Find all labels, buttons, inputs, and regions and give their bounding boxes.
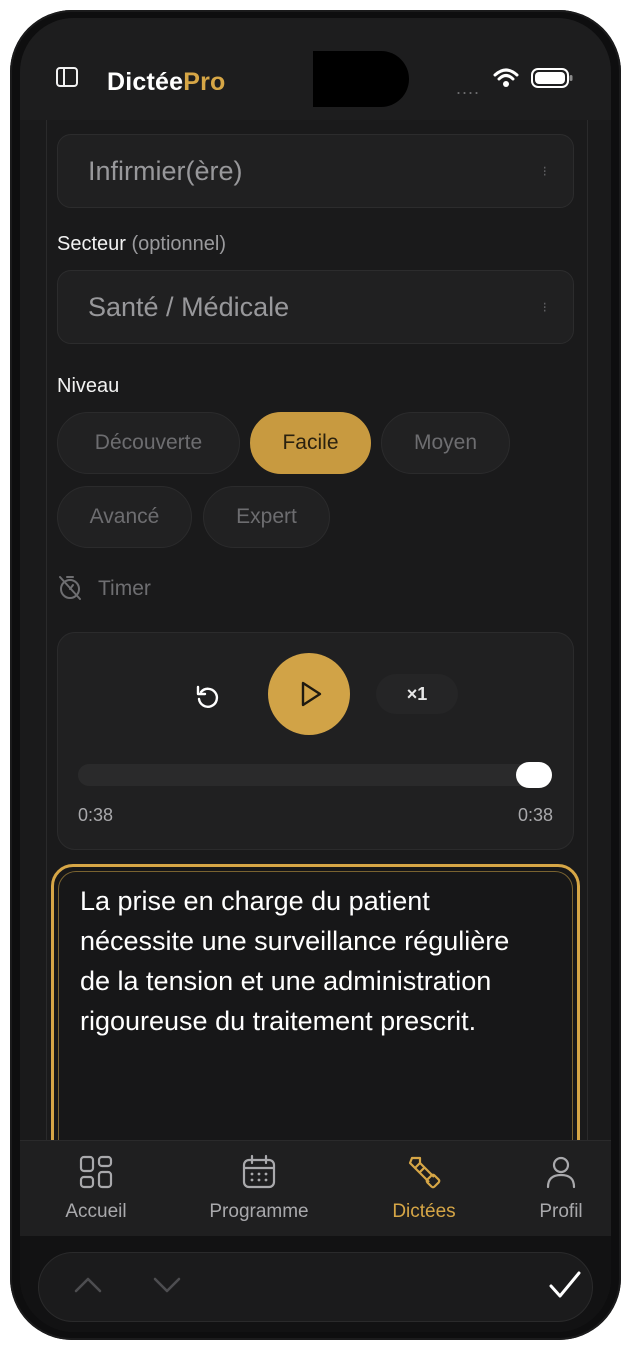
play-button[interactable] bbox=[268, 653, 350, 735]
chevron-up-icon[interactable] bbox=[72, 1273, 104, 1297]
profession-value: Infirmier(ère) bbox=[88, 156, 243, 186]
sector-label: Secteur (optionnel) bbox=[57, 233, 226, 256]
sector-value: Santé / Médicale bbox=[88, 292, 290, 322]
level-chip-expert[interactable]: Expert bbox=[203, 486, 330, 548]
chevron-updown-icon: ⁝ bbox=[542, 299, 547, 315]
tab-programme[interactable]: Programme bbox=[194, 1141, 324, 1237]
timer-label: Timer bbox=[98, 577, 151, 600]
level-chip-facile[interactable]: Facile bbox=[250, 412, 371, 474]
calendar-icon bbox=[242, 1154, 276, 1189]
cellular-signal-icon: .... bbox=[456, 78, 481, 98]
playback-speed-button[interactable]: ×1 bbox=[376, 674, 458, 714]
chevron-updown-icon: ⁝ bbox=[542, 163, 547, 179]
app-screen: DictéePro .... Infirmier(ère) ⁝ Secteur … bbox=[20, 18, 611, 1332]
tab-label-programme: Programme bbox=[209, 1201, 309, 1222]
bottom-tab-bar: Accueil Programme Dictées Profil bbox=[20, 1140, 611, 1236]
sector-label-text: Secteur bbox=[57, 233, 126, 255]
toolbar-pill bbox=[38, 1252, 593, 1322]
user-icon bbox=[546, 1156, 576, 1189]
camera-island bbox=[313, 51, 409, 107]
replay-icon[interactable] bbox=[194, 683, 222, 711]
battery-icon bbox=[531, 68, 573, 88]
tab-label-dictees: Dictées bbox=[392, 1201, 456, 1222]
progress-track[interactable] bbox=[78, 764, 552, 786]
dashboard-icon bbox=[79, 1155, 113, 1189]
keyboard-toolbar bbox=[20, 1236, 611, 1332]
sector-optional-hint: (optionnel) bbox=[131, 233, 227, 255]
sector-select[interactable]: Santé / Médicale ⁝ bbox=[57, 270, 574, 344]
progress-fill bbox=[78, 764, 552, 786]
tab-accueil[interactable]: Accueil bbox=[31, 1141, 161, 1237]
brand-name-part1: Dictée bbox=[107, 68, 184, 96]
tab-label-accueil: Accueil bbox=[65, 1201, 127, 1222]
timer-off-icon bbox=[59, 576, 81, 600]
time-elapsed: 0:38 bbox=[78, 805, 114, 825]
dictation-settings-panel[interactable]: Infirmier(ère) ⁝ Secteur (optionnel) San… bbox=[20, 120, 611, 1140]
wifi-icon bbox=[493, 68, 519, 87]
profession-select[interactable]: Infirmier(ère) ⁝ bbox=[57, 134, 574, 208]
chevron-down-icon[interactable] bbox=[151, 1273, 183, 1297]
tab-profil[interactable]: Profil bbox=[496, 1141, 611, 1237]
sidebar-toggle-icon[interactable] bbox=[55, 66, 79, 88]
device-frame: DictéePro .... Infirmier(ère) ⁝ Secteur … bbox=[10, 10, 621, 1340]
level-chip-avance[interactable]: Avancé bbox=[57, 486, 192, 548]
level-label: Niveau bbox=[57, 375, 120, 397]
checkmark-icon[interactable] bbox=[547, 1269, 583, 1301]
level-chip-decouverte[interactable]: Découverte bbox=[57, 412, 240, 474]
brand-name-part2: Pro bbox=[183, 68, 226, 96]
time-total: 0:38 bbox=[517, 805, 553, 825]
tab-dictees[interactable]: Dictées bbox=[359, 1141, 489, 1237]
app-logo: DictéePro bbox=[107, 68, 226, 97]
timer-toggle[interactable]: Timer bbox=[57, 574, 151, 604]
play-icon bbox=[301, 681, 322, 707]
audio-player: ×1 0:38 0:38 bbox=[57, 632, 574, 850]
progress-thumb[interactable] bbox=[516, 762, 552, 788]
dictation-text[interactable]: La prise en charge du patient nécessite … bbox=[80, 881, 540, 1041]
app-header: DictéePro .... bbox=[20, 18, 611, 120]
dictation-icon bbox=[408, 1156, 441, 1189]
dictation-text-area[interactable]: La prise en charge du patient nécessite … bbox=[51, 864, 580, 1140]
level-chip-moyen[interactable]: Moyen bbox=[381, 412, 510, 474]
tab-label-profil: Profil bbox=[539, 1201, 583, 1222]
